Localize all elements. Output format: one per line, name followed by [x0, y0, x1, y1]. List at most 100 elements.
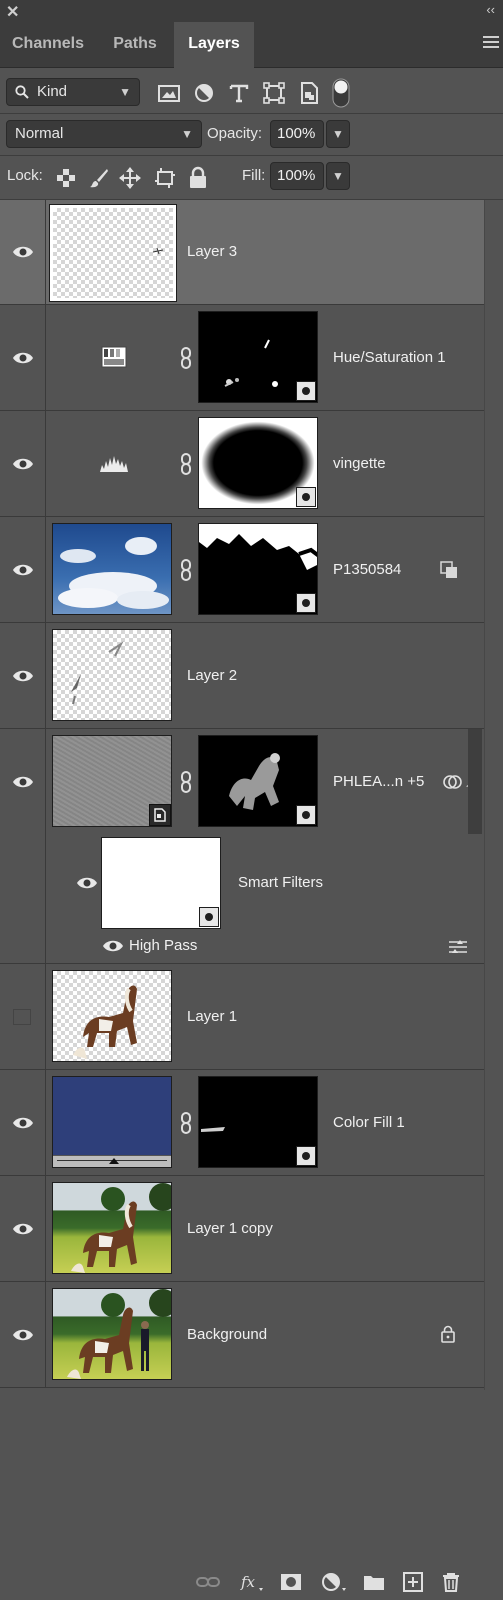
tab-layers[interactable]: Layers: [174, 22, 254, 68]
filter-toggle-icon[interactable]: [332, 78, 350, 108]
layer-name[interactable]: P1350584: [333, 561, 401, 578]
tab-paths[interactable]: Paths: [96, 22, 174, 68]
layer-row-layer-3[interactable]: Layer 3: [0, 200, 484, 305]
eye-icon[interactable]: [12, 1328, 34, 1342]
lock-artboard-icon[interactable]: [153, 166, 177, 190]
layer-mask-thumbnail[interactable]: [198, 417, 318, 509]
layer-name[interactable]: Hue/Saturation 1: [333, 349, 446, 366]
search-icon: [15, 85, 29, 99]
layer-name[interactable]: Layer 3: [187, 243, 237, 260]
layer-row-layer-1-copy[interactable]: Layer 1 copy: [0, 1176, 484, 1282]
visibility-toggle[interactable]: [0, 623, 46, 728]
eye-icon[interactable]: [12, 457, 34, 471]
layer-mask-thumbnail[interactable]: [198, 1076, 318, 1168]
color-fill-swatch-thumbnail[interactable]: [52, 1076, 172, 1168]
type-filter-icon[interactable]: [226, 80, 252, 106]
fill-input[interactable]: 100%: [270, 162, 324, 190]
smart-filter-mask-thumbnail[interactable]: [101, 837, 221, 929]
mask-badge-icon: [296, 381, 316, 401]
layer-mask-thumbnail[interactable]: [198, 311, 318, 403]
link-chain-icon[interactable]: [180, 1112, 192, 1134]
delete-layer-icon[interactable]: [440, 1572, 462, 1592]
link-chain-icon[interactable]: [180, 453, 192, 475]
visibility-toggle[interactable]: [0, 1176, 46, 1281]
layer-thumbnail: [52, 970, 172, 1062]
smart-object-filter-icon[interactable]: [296, 80, 322, 106]
visibility-toggle[interactable]: [0, 305, 46, 410]
layer-name[interactable]: PHLEA...n +5: [333, 773, 424, 790]
new-group-icon[interactable]: [362, 1572, 386, 1592]
shape-filter-icon[interactable]: [261, 80, 287, 106]
fx-icon[interactable]: fx: [240, 1572, 264, 1592]
layer-row-hue-saturation-1[interactable]: Hue/Saturation 1: [0, 305, 484, 411]
eye-icon[interactable]: [12, 669, 34, 683]
visibility-toggle[interactable]: [0, 729, 46, 963]
layer-row-background[interactable]: Background: [0, 1282, 484, 1388]
link-chain-icon[interactable]: [180, 771, 192, 793]
fill-label: Fill:: [242, 167, 266, 184]
opacity-dropdown-button[interactable]: ▼: [326, 120, 350, 148]
layer-thumbnail: [49, 204, 177, 302]
mask-badge-icon: [199, 907, 219, 927]
layer-row-phlea-smart-object[interactable]: PHLEA...n +5 ︿ Smart Filters High Pass: [0, 729, 484, 964]
opacity-input[interactable]: 100%: [270, 120, 324, 148]
svg-text:fx: fx: [240, 1573, 256, 1591]
eye-icon[interactable]: [12, 775, 34, 789]
kind-filter-dropdown[interactable]: Kind ▼: [6, 78, 140, 106]
panel-menu-icon[interactable]: [483, 36, 499, 51]
lock-all-icon[interactable]: [186, 166, 210, 190]
new-layer-icon[interactable]: [402, 1572, 424, 1592]
layer-mask-thumbnail[interactable]: [198, 735, 318, 827]
layer-row-layer-1[interactable]: Layer 1: [0, 964, 484, 1070]
high-pass-filter-label[interactable]: High Pass: [129, 937, 197, 954]
eye-icon[interactable]: [12, 351, 34, 365]
lock-image-pixels-icon[interactable]: [87, 166, 111, 190]
visibility-toggle[interactable]: [0, 1282, 46, 1387]
blend-mode-dropdown[interactable]: Normal ▼: [6, 120, 202, 148]
layer-name[interactable]: Background: [187, 1326, 267, 1343]
scrollbar-thumb[interactable]: [468, 729, 482, 834]
layer-mask-thumbnail[interactable]: [198, 523, 318, 615]
layer-name[interactable]: Layer 1: [187, 1008, 237, 1025]
adjustment-filter-icon[interactable]: [191, 80, 217, 106]
eye-icon[interactable]: [12, 563, 34, 577]
layer-row-vingette[interactable]: vingette: [0, 411, 484, 517]
visibility-toggle[interactable]: [0, 200, 46, 304]
tab-channels[interactable]: Channels: [0, 22, 96, 68]
close-panel-button[interactable]: ✕: [6, 2, 19, 22]
image-filter-icon[interactable]: [156, 80, 182, 106]
hidden-visibility-box[interactable]: [13, 1009, 31, 1025]
fill-dropdown-button[interactable]: ▼: [326, 162, 350, 190]
visibility-toggle[interactable]: [0, 411, 46, 516]
filter-blending-options-icon[interactable]: [448, 939, 468, 955]
link-chain-icon[interactable]: [180, 559, 192, 581]
layer-name[interactable]: vingette: [333, 455, 386, 472]
add-mask-icon[interactable]: [279, 1572, 303, 1592]
layers-scrollbar[interactable]: [468, 200, 482, 1380]
layer-name[interactable]: Color Fill 1: [333, 1114, 405, 1131]
eye-icon[interactable]: [76, 876, 98, 890]
lock-transparent-pixels-icon[interactable]: [54, 166, 78, 190]
visibility-toggle[interactable]: [0, 964, 46, 1069]
layer-name[interactable]: Layer 1 copy: [187, 1220, 273, 1237]
eye-icon[interactable]: [12, 1116, 34, 1130]
link-chain-icon[interactable]: [180, 347, 192, 369]
adjustment-layer-icon[interactable]: [321, 1572, 347, 1592]
layer-thumbnail: [52, 629, 172, 721]
eye-icon[interactable]: [12, 1222, 34, 1236]
layer-row-color-fill-1[interactable]: Color Fill 1: [0, 1070, 484, 1176]
layer-row-layer-2[interactable]: Layer 2: [0, 623, 484, 729]
visibility-toggle[interactable]: [0, 1070, 46, 1175]
chevron-down-icon: ▼: [332, 169, 344, 183]
collapse-panel-button[interactable]: ‹‹: [486, 2, 495, 17]
layer-thumbnail: [52, 735, 172, 827]
link-layers-icon[interactable]: [196, 1572, 220, 1592]
lock-position-icon[interactable]: [118, 166, 142, 190]
linked-smart-object-icon: [440, 561, 457, 578]
eye-icon[interactable]: [12, 245, 34, 259]
layer-name[interactable]: Layer 2: [187, 667, 237, 684]
visibility-toggle[interactable]: [0, 517, 46, 622]
layer-row-p1350584[interactable]: P1350584: [0, 517, 484, 623]
smart-filters-label[interactable]: Smart Filters: [238, 874, 323, 891]
eye-icon[interactable]: [102, 939, 124, 953]
